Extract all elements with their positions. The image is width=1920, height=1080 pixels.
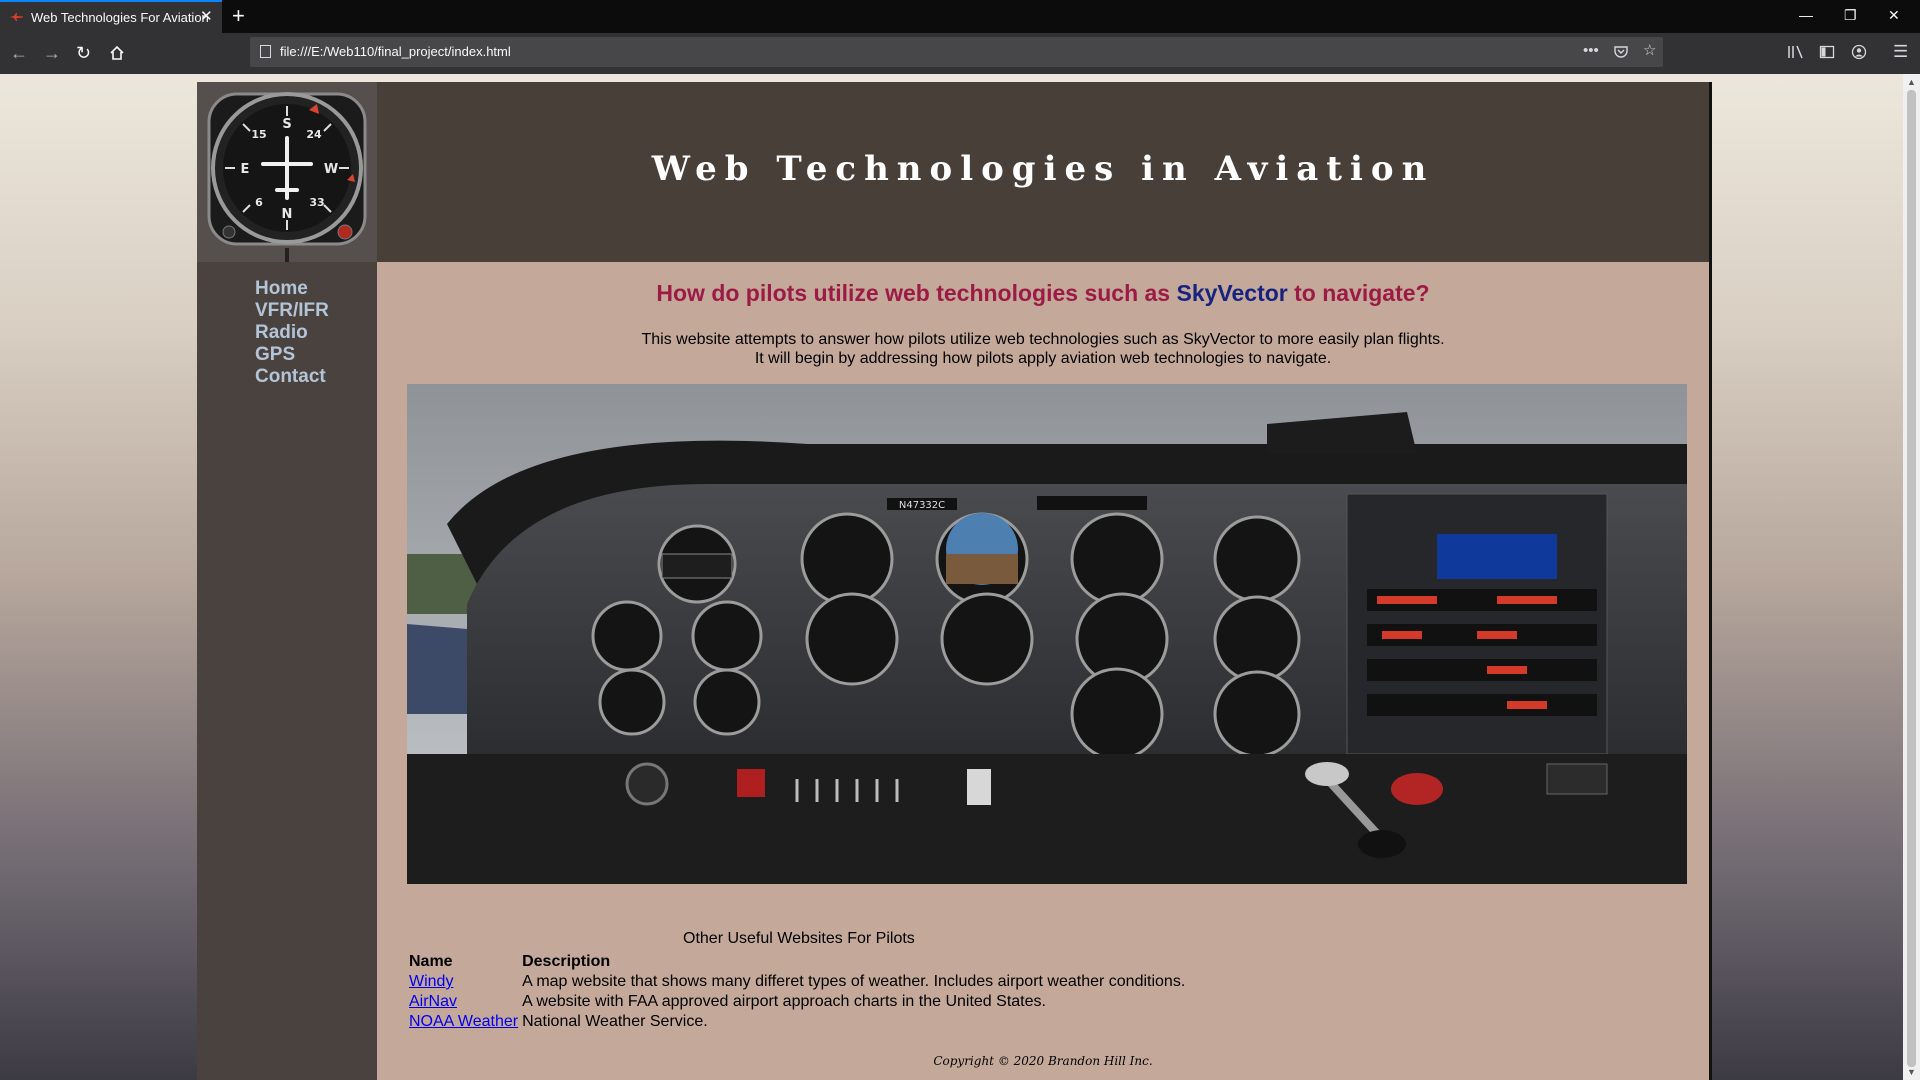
reload-icon[interactable]: ↻ bbox=[76, 44, 91, 62]
new-tab-button[interactable]: + bbox=[232, 4, 245, 28]
forward-arrow-icon[interactable]: → bbox=[43, 44, 61, 62]
table-row: Windy A map website that shows many diff… bbox=[407, 972, 1187, 992]
svg-text:24: 24 bbox=[306, 128, 322, 141]
vertical-scrollbar[interactable]: ▲ ▼ bbox=[1903, 74, 1920, 1080]
nav-item-vfr-ifr[interactable]: VFR/IFR bbox=[255, 300, 329, 322]
intro-paragraph: This website attempts to answer how pilo… bbox=[377, 330, 1709, 368]
windy-link[interactable]: Windy bbox=[409, 973, 453, 990]
intro-line-2: It will begin by addressing how pilots a… bbox=[754, 350, 1332, 367]
nav-item-home[interactable]: Home bbox=[255, 278, 329, 300]
airplane-favicon-icon bbox=[10, 13, 23, 21]
scroll-down-arrow-icon[interactable]: ▼ bbox=[1907, 1067, 1916, 1077]
browser-tab[interactable]: Web Technologies For Aviation ✕ bbox=[0, 0, 222, 33]
row-description: A map website that shows many differet t… bbox=[522, 973, 1186, 990]
svg-text:N: N bbox=[282, 207, 293, 222]
nav-item-radio[interactable]: Radio bbox=[255, 322, 329, 344]
nav-item-gps[interactable]: GPS bbox=[255, 344, 329, 366]
bookmark-star-icon[interactable]: ☆ bbox=[1643, 43, 1656, 59]
navigation-toolbar: ← → ↻ file:///E:/Web110/final_project/in… bbox=[0, 33, 1920, 74]
main-content: How do pilots utilize web technologies s… bbox=[377, 262, 1709, 1080]
page-viewport: S N E W 24 15 6 33 Web Technologies in Avi… bbox=[0, 74, 1903, 1080]
page-icon bbox=[260, 45, 271, 58]
sidebar-toggle-icon[interactable] bbox=[1819, 44, 1835, 60]
scrollbar-thumb[interactable] bbox=[1907, 90, 1916, 1067]
page-actions-icon[interactable]: ••• bbox=[1583, 43, 1599, 59]
cockpit-image: N47332C bbox=[407, 384, 1687, 884]
page-headline: How do pilots utilize web technologies s… bbox=[377, 280, 1709, 307]
headline-text-end: to navigate? bbox=[1287, 280, 1430, 306]
table-row: AirNav A website with FAA approved airpo… bbox=[407, 992, 1187, 1012]
copyright-footer: Copyright © 2020 Brandon Hill Inc. bbox=[933, 1054, 1153, 1068]
back-arrow-icon[interactable]: ← bbox=[10, 44, 28, 62]
links-table-caption: Other Useful Websites For Pilots bbox=[683, 930, 915, 947]
row-description: A website with FAA approved airport appr… bbox=[522, 993, 1046, 1010]
svg-text:E: E bbox=[241, 162, 250, 177]
svg-text:33: 33 bbox=[309, 196, 324, 209]
aircraft-registration: N47332C bbox=[899, 500, 945, 511]
close-window-button[interactable]: ✕ bbox=[1888, 7, 1900, 23]
airnav-link[interactable]: AirNav bbox=[409, 993, 457, 1010]
site-title: Web Technologies in Aviation bbox=[651, 149, 1435, 189]
svg-text:6: 6 bbox=[255, 196, 263, 209]
sidebar: Home VFR/IFR Radio GPS Contact bbox=[197, 262, 377, 1080]
heading-indicator-logo: S N E W 24 15 6 33 bbox=[197, 82, 377, 262]
tab-close-icon[interactable]: ✕ bbox=[200, 9, 213, 25]
svg-text:S: S bbox=[282, 117, 291, 132]
nav-item-contact[interactable]: Contact bbox=[255, 366, 329, 388]
minimize-button[interactable]: — bbox=[1799, 7, 1813, 23]
table-row: NOAA Weather National Weather Service. bbox=[407, 1012, 1187, 1032]
url-bar[interactable]: file:///E:/Web110/final_project/index.ht… bbox=[250, 37, 1663, 67]
restore-button[interactable]: ❐ bbox=[1844, 7, 1857, 23]
scroll-up-arrow-icon[interactable]: ▲ bbox=[1907, 77, 1916, 87]
noaa-weather-link[interactable]: NOAA Weather bbox=[409, 1013, 518, 1030]
compass-gauge-icon: S N E W 24 15 6 33 bbox=[197, 82, 377, 262]
table-header-row: Name Description bbox=[407, 952, 1187, 972]
tab-bar: Web Technologies For Aviation ✕ + — ❐ ✕ bbox=[0, 0, 1920, 33]
svg-text:15: 15 bbox=[251, 128, 266, 141]
skyvector-highlight: SkyVector bbox=[1176, 280, 1288, 306]
home-icon[interactable] bbox=[109, 45, 125, 61]
library-icon[interactable] bbox=[1787, 44, 1804, 60]
account-icon[interactable] bbox=[1851, 44, 1867, 60]
svg-text:W: W bbox=[324, 162, 338, 177]
url-text[interactable]: file:///E:/Web110/final_project/index.ht… bbox=[280, 44, 511, 59]
pocket-icon[interactable] bbox=[1614, 45, 1628, 59]
page-container: S N E W 24 15 6 33 Web Technologies in Avi… bbox=[197, 82, 1712, 1080]
column-header-description: Description bbox=[522, 953, 611, 970]
useful-websites-table: Name Description Windy A map website tha… bbox=[407, 952, 1187, 1032]
column-header-name: Name bbox=[409, 953, 453, 970]
row-description: National Weather Service. bbox=[522, 1013, 708, 1030]
menu-icon[interactable]: ☰ bbox=[1893, 43, 1908, 60]
headline-text-start: How do pilots utilize web technologies s… bbox=[656, 280, 1177, 306]
nav-menu: Home VFR/IFR Radio GPS Contact bbox=[255, 278, 329, 388]
site-header: S N E W 24 15 6 33 Web Technologies in Avi… bbox=[197, 82, 1709, 262]
tab-title: Web Technologies For Aviation bbox=[31, 10, 209, 25]
intro-line-1: This website attempts to answer how pilo… bbox=[641, 331, 1445, 348]
